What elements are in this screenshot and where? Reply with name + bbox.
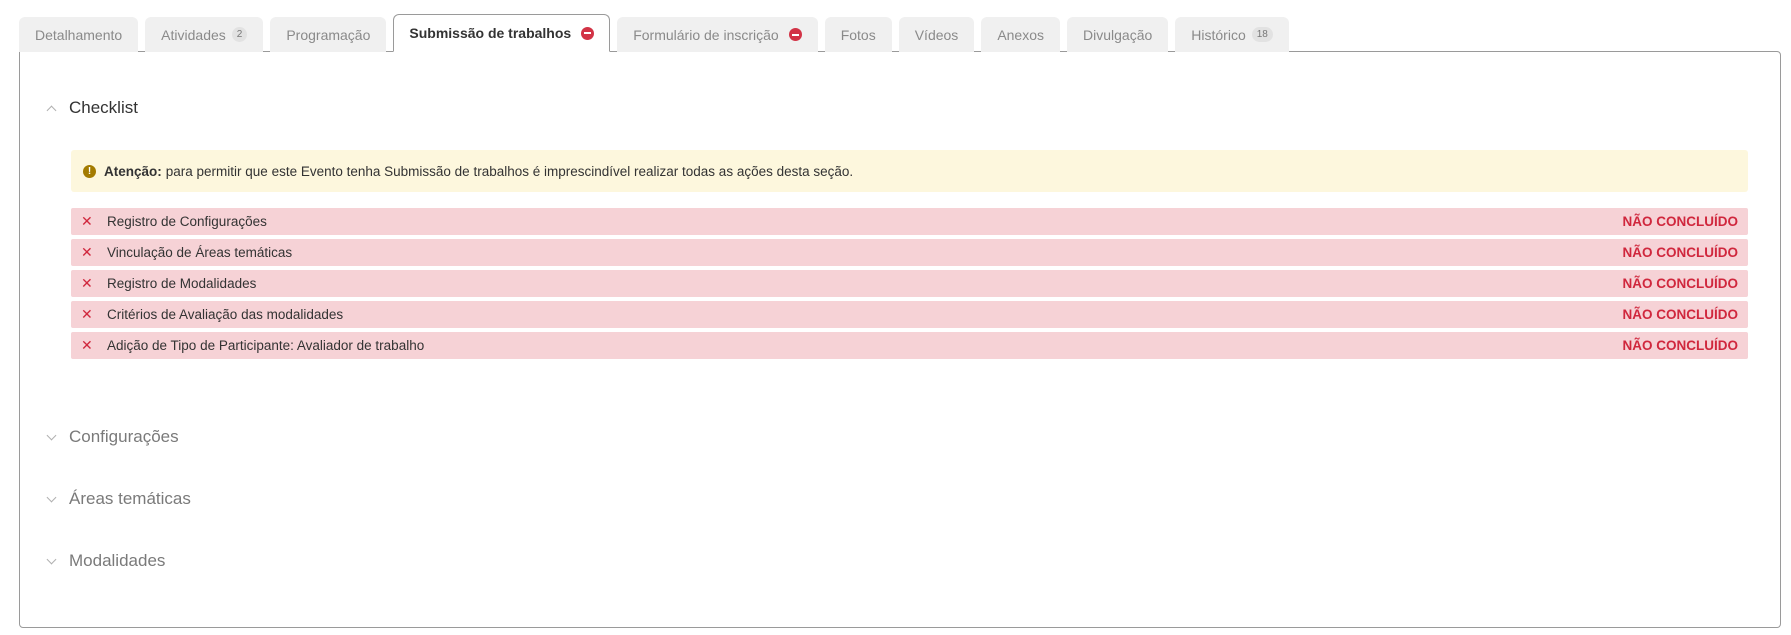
section-toggle-configuracoes[interactable]: Configurações xyxy=(46,427,179,447)
status-label: NÃO CONCLUÍDO xyxy=(1622,214,1739,229)
tab-label: Detalhamento xyxy=(35,26,123,43)
chevron-down-icon xyxy=(46,430,57,440)
tab-label: Vídeos xyxy=(914,26,959,43)
alert-strong: Atenção: xyxy=(104,163,162,179)
checklist: ✕ Registro de Configurações NÃO CONCLUÍD… xyxy=(71,208,1748,363)
tab-label: Formulário de inscrição xyxy=(633,26,779,43)
checklist-item-label: Adição de Tipo de Participante: Avaliado… xyxy=(107,338,425,353)
tab-atividades[interactable]: Atividades 2 xyxy=(145,17,264,52)
tab-label: Submissão de trabalhos xyxy=(409,25,572,41)
checklist-item: ✕ Adição de Tipo de Participante: Avalia… xyxy=(71,332,1748,359)
count-badge: 2 xyxy=(231,27,248,42)
section-toggle-modalidades[interactable]: Modalidades xyxy=(46,551,166,571)
tab-detalhamento[interactable]: Detalhamento xyxy=(19,17,139,52)
checklist-item: ✕ Registro de Modalidades NÃO CONCLUÍDO xyxy=(71,270,1748,297)
section-title: Modalidades xyxy=(69,551,166,570)
minus-circle-icon xyxy=(788,28,802,41)
section-toggle-checklist[interactable]: Checklist xyxy=(46,98,138,118)
chevron-up-icon xyxy=(46,105,57,115)
tab-anexos[interactable]: Anexos xyxy=(981,17,1061,52)
checklist-item-label: Vinculação de Áreas temáticas xyxy=(107,245,293,260)
tab-submissao-de-trabalhos[interactable]: Submissão de trabalhos xyxy=(393,14,611,52)
tab-bar: Detalhamento Atividades 2 Programação Sub… xyxy=(19,14,1289,52)
tab-programacao[interactable]: Programação xyxy=(270,17,387,52)
x-icon: ✕ xyxy=(81,337,93,353)
tab-divulgacao[interactable]: Divulgação xyxy=(1067,17,1169,52)
section-toggle-areas-tematicas[interactable]: Áreas temáticas xyxy=(46,489,191,509)
status-label: NÃO CONCLUÍDO xyxy=(1622,245,1739,260)
warning-alert: ! Atenção: para permitir que este Evento… xyxy=(71,150,1748,192)
tab-label: Programação xyxy=(286,26,371,43)
status-label: NÃO CONCLUÍDO xyxy=(1622,276,1739,291)
checklist-item: ✕ Registro de Configurações NÃO CONCLUÍD… xyxy=(71,208,1748,235)
section-title: Checklist xyxy=(69,98,138,117)
exclamation-circle-icon: ! xyxy=(83,164,96,178)
count-badge: 18 xyxy=(1251,27,1273,42)
tab-fotos[interactable]: Fotos xyxy=(824,17,892,52)
x-icon: ✕ xyxy=(81,213,93,229)
tab-label: Anexos xyxy=(997,26,1045,43)
x-icon: ✕ xyxy=(81,275,93,291)
minus-circle-icon xyxy=(581,26,595,40)
chevron-down-icon xyxy=(46,492,57,502)
status-label: NÃO CONCLUÍDO xyxy=(1622,307,1739,322)
tab-label: Divulgação xyxy=(1083,26,1153,43)
checklist-item: ✕ Critérios de Avaliação das modalidades… xyxy=(71,301,1748,328)
x-icon: ✕ xyxy=(81,244,93,260)
tab-videos[interactable]: Vídeos xyxy=(898,17,975,52)
alert-text: para permitir que este Evento tenha Subm… xyxy=(165,163,854,179)
tab-label: Atividades xyxy=(161,26,226,43)
section-title: Configurações xyxy=(69,427,179,446)
status-label: NÃO CONCLUÍDO xyxy=(1622,338,1739,353)
checklist-item-label: Registro de Modalidades xyxy=(107,276,257,291)
tab-historico[interactable]: Histórico 18 xyxy=(1175,17,1289,52)
tab-label: Histórico xyxy=(1191,26,1246,43)
tab-label: Fotos xyxy=(840,26,876,43)
chevron-down-icon xyxy=(46,554,57,564)
checklist-item-label: Critérios de Avaliação das modalidades xyxy=(107,307,344,322)
checklist-item: ✕ Vinculação de Áreas temáticas NÃO CONC… xyxy=(71,239,1748,266)
x-icon: ✕ xyxy=(81,306,93,322)
section-title: Áreas temáticas xyxy=(69,489,191,508)
tab-formulario-de-inscricao[interactable]: Formulário de inscrição xyxy=(617,17,818,52)
tab-panel: Checklist ! Atenção: para permitir que e… xyxy=(19,51,1781,628)
checklist-item-label: Registro de Configurações xyxy=(107,214,267,229)
